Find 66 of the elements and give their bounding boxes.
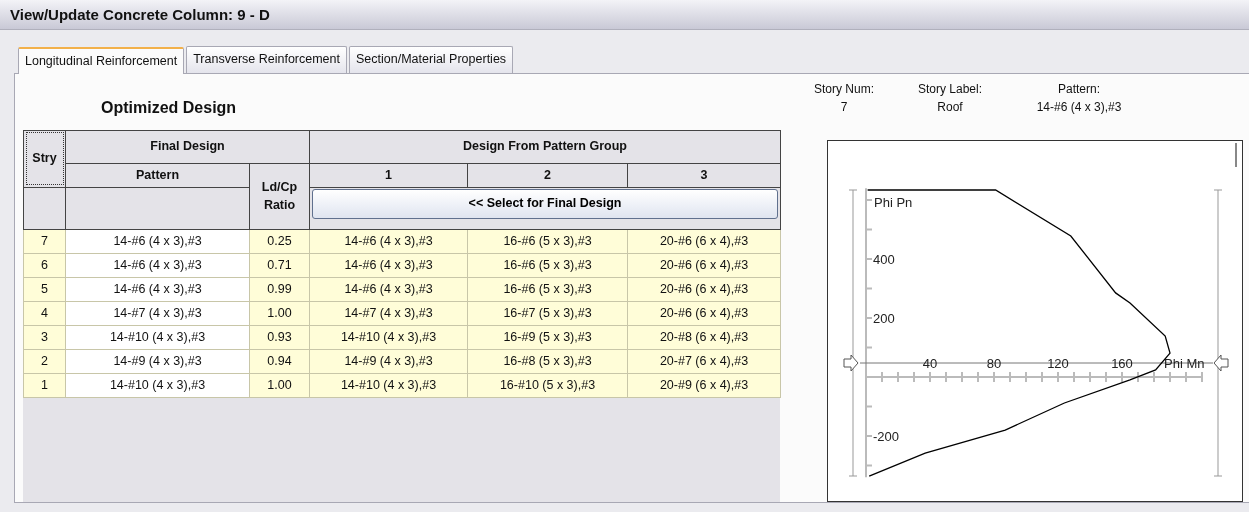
table-cell: 14-#9 (4 x 3),#3	[309, 349, 468, 374]
table-cell: 7	[23, 229, 66, 254]
select-button[interactable]: << Select for Final Design	[312, 188, 778, 219]
table-cell: 14-#9 (4 x 3),#3	[65, 349, 250, 374]
table-cell: 14-#7 (4 x 3),#3	[65, 301, 250, 326]
table-cell: 14-#6 (4 x 3),#3	[65, 277, 250, 302]
table-cell: 14-#6 (4 x 3),#3	[309, 229, 468, 254]
table-cell: 16-#6 (5 x 3),#3	[467, 229, 628, 254]
table-cell: 20-#8 (6 x 4),#3	[627, 325, 781, 350]
table-cell: 20-#7 (6 x 4),#3	[627, 349, 781, 374]
tab[interactable]: Longitudinal Reinforcement	[18, 47, 185, 74]
tick-label: 160	[1111, 355, 1133, 371]
table-cell: 5	[23, 277, 66, 302]
table-cell: 14-#6 (4 x 3),#3	[309, 277, 468, 302]
column-header: Pattern	[65, 163, 250, 188]
table-cell: 14-#6 (4 x 3),#3	[309, 253, 468, 278]
table-cell: 14-#6 (4 x 3),#3	[65, 229, 250, 254]
window-title: View/Update Concrete Column: 9 - D	[0, 0, 1249, 30]
table-cell: 3	[23, 325, 66, 350]
column-header: Ld/Cp Ratio	[249, 163, 310, 230]
axis-label: Phi Mn	[1164, 355, 1205, 371]
table-cell: 14-#7 (4 x 3),#3	[309, 301, 468, 326]
info-value: 7	[840, 99, 848, 114]
table-cell: 20-#6 (6 x 4),#3	[627, 229, 781, 254]
info-value: 14-#6 (4 x 3),#3	[1036, 99, 1122, 114]
column-header: 2	[467, 163, 628, 188]
arrow-icon[interactable]	[1213, 354, 1229, 372]
table-cell: 20-#6 (6 x 4),#3	[627, 253, 781, 278]
table-cell: 16-#8 (5 x 3),#3	[467, 349, 628, 374]
table-cell: 16-#9 (5 x 3),#3	[467, 325, 628, 350]
tick-label: 400	[873, 251, 895, 267]
table-cell: 14-#10 (4 x 3),#3	[309, 373, 468, 398]
info-label: Pattern:	[1058, 81, 1100, 96]
table-cell: 14-#10 (4 x 3),#3	[309, 325, 468, 350]
axis-label: Phi Pn	[874, 194, 913, 210]
tick-label: 40	[922, 355, 938, 371]
tick-label: -200	[873, 428, 900, 444]
table-cell: 20-#9 (6 x 4),#3	[627, 373, 781, 398]
info-value: Roof	[937, 99, 963, 114]
table-cell: 20-#6 (6 x 4),#3	[627, 301, 781, 326]
table-cell: 16-#10 (5 x 3),#3	[467, 373, 628, 398]
table-cell: 14-#10 (4 x 3),#3	[65, 373, 250, 398]
tick-label: 80	[986, 355, 1002, 371]
column-header: 1	[309, 163, 468, 188]
table-cell: 6	[23, 253, 66, 278]
arrow-icon[interactable]	[843, 354, 859, 372]
table-cell: 16-#6 (5 x 3),#3	[467, 253, 628, 278]
table-cell: 2	[23, 349, 66, 374]
info-label: Story Label:	[917, 81, 982, 96]
tick-label: 200	[873, 310, 895, 326]
table-cell: 16-#7 (5 x 3),#3	[467, 301, 628, 326]
table-cell: 14-#6 (4 x 3),#3	[65, 253, 250, 278]
tab[interactable]: Section/Material Properties	[349, 46, 514, 73]
column-header: Final Design	[65, 130, 310, 164]
tick-label: 120	[1047, 355, 1069, 371]
table-cell: 4	[23, 301, 66, 326]
tab[interactable]: Transverse Reinforcement	[186, 46, 347, 73]
section-heading: Optimized Design	[101, 98, 237, 116]
table-cell: 20-#6 (6 x 4),#3	[627, 277, 781, 302]
table-cell: 14-#10 (4 x 3),#3	[65, 325, 250, 350]
info-label: Story Num:	[814, 81, 874, 96]
column-header: 3	[627, 163, 781, 188]
table-cell: 1	[23, 373, 66, 398]
column-header: Stry	[23, 130, 66, 188]
table-cell: 16-#6 (5 x 3),#3	[467, 277, 628, 302]
column-header: Design From Pattern Group	[309, 130, 781, 164]
